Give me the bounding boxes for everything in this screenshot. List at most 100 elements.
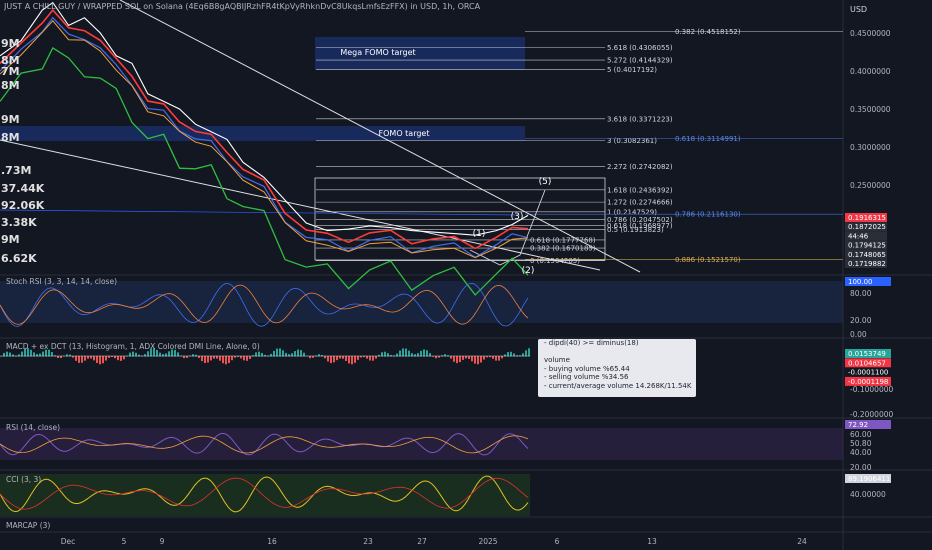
x-tick-0: Dec	[61, 537, 76, 546]
currency-label: USD	[850, 5, 867, 14]
macd-bar	[339, 356, 341, 359]
symbol-title[interactable]: JUST A CHILL GUY / WRAPPED SOL on Solana…	[4, 2, 524, 14]
price-badge-0: 0.1916315	[848, 214, 886, 222]
x-tick-4: 23	[363, 537, 373, 546]
macd-bar	[183, 356, 185, 359]
macd-bar	[420, 350, 422, 357]
macd-bar	[78, 356, 80, 363]
indicator-title-3: CCI (3, 3)	[6, 475, 41, 484]
price-tick-0: 0.4500000	[850, 29, 891, 38]
macd-bar	[60, 356, 62, 359]
macd-bar	[201, 356, 203, 362]
macd-bar	[81, 356, 83, 363]
wave-label-1: (2)	[522, 266, 535, 276]
mega-fomo-label: Mega FOMO target	[340, 48, 415, 57]
stoch-badge: 100.00	[848, 278, 873, 286]
macd-bar	[369, 356, 371, 361]
x-tick-5: 27	[417, 537, 427, 546]
macd-bar	[375, 356, 377, 359]
macd-bar	[330, 356, 332, 364]
macd-bar	[474, 356, 476, 364]
x-tick-6: 2025	[478, 537, 497, 546]
macd-bar	[294, 351, 296, 357]
macd-bar	[207, 356, 209, 363]
rsi-tick-0: 60.00	[850, 430, 872, 439]
macd-bar	[210, 356, 212, 361]
macd-bar	[333, 356, 335, 363]
fib-label-2: 5 (0.4017192)	[607, 66, 657, 74]
rsi-badge: 72.92	[848, 421, 868, 429]
left-label-9: 3.38K	[1, 216, 37, 229]
stoch-tick-2: 0.00	[850, 330, 867, 339]
chart-canvas[interactable]: 5.618 (0.4306055) 5.272 (0.4144329)5 (0.4…	[0, 0, 932, 550]
macd-bar	[462, 356, 464, 360]
price-badge-5: 0.1719882	[848, 260, 886, 268]
macd-bar	[483, 356, 485, 360]
wave-label-0: (1)	[473, 229, 486, 239]
macd-bar	[399, 350, 401, 357]
macd-bar	[231, 356, 233, 361]
macd-bar	[453, 356, 455, 362]
indicator-title-1: MACD + ex DCT (13, Histogram, 1, ADX Col…	[6, 342, 260, 351]
macd-bar	[501, 356, 503, 359]
macd-bar	[405, 348, 407, 357]
macd-bar	[495, 356, 497, 361]
left-label-6: .73M	[1, 164, 31, 177]
left-label-8: 92.06K	[1, 199, 45, 212]
time-axis[interactable]: Dec 5 9 16 23 27 2025 6 13 24	[61, 537, 807, 546]
macd-bar	[93, 356, 95, 361]
left-label-0: 9M	[1, 37, 20, 50]
price-badge-3: 0.1794125	[848, 242, 886, 250]
macd-bar	[282, 350, 284, 357]
macd-bar	[465, 356, 467, 359]
macd-bar	[480, 356, 482, 363]
macd-bar	[357, 356, 359, 360]
macd-bar	[525, 350, 527, 357]
fib-right-label-0: 0.382 (0.4518152)	[675, 28, 741, 36]
x-tick-3: 16	[267, 537, 277, 546]
macd-bar	[459, 356, 461, 363]
left-label-2: 7M	[1, 65, 20, 78]
macd-bar	[408, 350, 410, 357]
price-tick-4: 0.2500000	[850, 181, 891, 190]
macd-bar	[204, 356, 206, 363]
macd-bar	[225, 356, 227, 365]
macd-bar	[351, 356, 353, 365]
cci-badge: 89.1906411	[848, 475, 890, 483]
macd-bar	[240, 356, 242, 359]
macd-bar	[156, 350, 158, 357]
tooltip-line-6	[544, 391, 690, 397]
macd-bar	[327, 356, 329, 362]
cci-band	[0, 474, 530, 516]
fib-right-label-2: 0.786 (0.2116130)	[675, 211, 741, 219]
macd-bar	[243, 356, 245, 361]
wave-label-2: (3)	[511, 212, 524, 222]
macd-bar	[300, 350, 302, 357]
stoch-tick-1: 20.00	[850, 316, 872, 325]
macd-bar	[492, 356, 494, 359]
macd-bar	[336, 356, 338, 361]
macd-bar	[528, 348, 530, 357]
tooltip-lines: - dipdi(40) >= diminus(18) volume - buyin…	[544, 339, 691, 397]
macd-bar	[468, 356, 470, 359]
macd-bar	[102, 356, 104, 364]
macd-tick-1: -0.2000000	[850, 410, 893, 419]
rsi-tick-3: 20.00	[850, 463, 872, 472]
macd-bar	[450, 356, 452, 359]
macd-bar	[213, 356, 215, 359]
macd-bar	[120, 356, 122, 361]
tooltip-line-3: - buying volume %65.44	[544, 364, 630, 373]
macd-bar	[471, 356, 473, 362]
x-tick-7: 6	[555, 537, 560, 546]
price-axis[interactable]: USD 0.4500000 0.4000000 0.3500000 0.3000000 0…	[845, 5, 893, 499]
tooltip-line-0: - dipdi(40) >= diminus(18)	[544, 339, 639, 347]
macd-bar	[342, 356, 344, 359]
price-tick-1: 0.4000000	[850, 67, 891, 76]
fib-label-0: 5.618 (0.4306055)	[607, 44, 673, 52]
fib-label-5: 2.272 (0.2742082)	[607, 163, 673, 171]
macd-bar	[75, 356, 77, 361]
macd-bar	[96, 356, 98, 363]
indicator-title-4: MARCAP (3)	[6, 521, 50, 530]
macd-bar	[273, 350, 275, 357]
macd-bar	[477, 356, 479, 365]
